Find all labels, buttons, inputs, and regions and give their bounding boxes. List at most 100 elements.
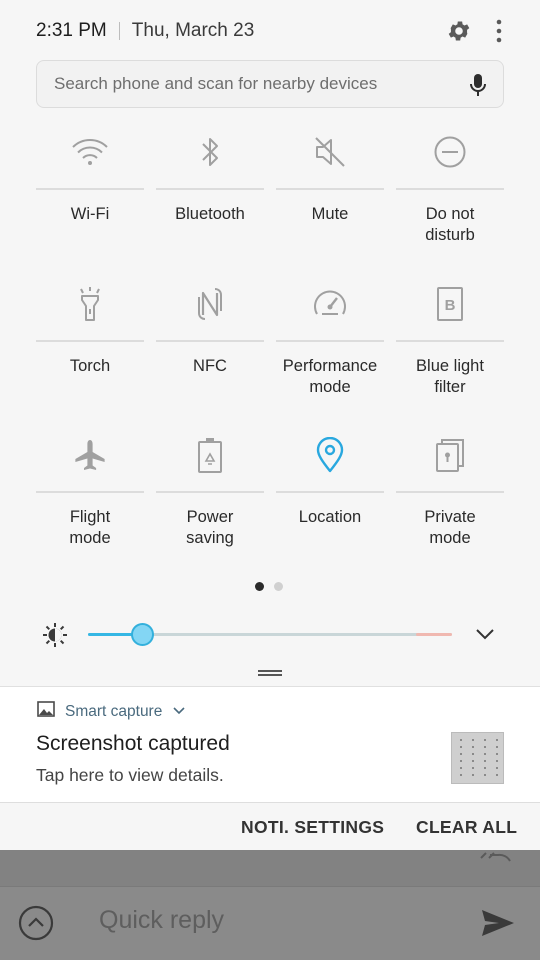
thumbnail-pixel (460, 760, 462, 762)
thumbnail-pixel (484, 774, 486, 776)
toggle-bluetooth[interactable]: Bluetooth (156, 122, 264, 272)
toggle-label: Wi-Fi (70, 205, 110, 223)
battery-recycle-icon (156, 425, 264, 485)
slider-thumb[interactable] (131, 623, 154, 646)
private-mode-icon (396, 425, 504, 485)
date: Thu, March 23 (131, 20, 255, 41)
wifi-icon (36, 122, 144, 182)
thumbnail-pixel (460, 774, 462, 776)
toggle-mute[interactable]: Mute (276, 122, 384, 272)
background-app: Quick reply (0, 850, 540, 960)
chevron-down-icon[interactable] (474, 625, 496, 648)
noti-settings-button[interactable]: NOTI. SETTINGS (241, 817, 384, 838)
reply-all-icon (480, 850, 514, 868)
thumbnail-pixel (496, 774, 498, 776)
chevron-up-circle-icon[interactable] (18, 905, 54, 946)
blue-light-filter-icon: B (396, 274, 504, 334)
toggle-blue-light-filter[interactable]: B Blue light filter (396, 274, 504, 424)
tile-divider (276, 491, 384, 493)
page-dot-active (255, 582, 264, 591)
page-dot (274, 582, 283, 591)
thumbnail-pixel (484, 760, 486, 762)
status-row: 2:31 PM Thu, March 23 (36, 14, 504, 48)
toggle-label: Mute (311, 205, 349, 223)
thumbnail-pixel (472, 767, 474, 769)
notification-text: Tap here to view details. (36, 765, 224, 785)
nfc-icon (156, 274, 264, 334)
tile-divider (156, 188, 264, 190)
toggle-label: Power saving (186, 508, 234, 547)
chevron-down-icon[interactable] (172, 703, 186, 721)
drag-handle[interactable] (258, 670, 282, 676)
toggle-torch[interactable]: Torch (36, 274, 144, 424)
notification-card[interactable]: Smart capture Screenshot captured Tap he… (0, 686, 540, 802)
thumbnail-pixel (496, 739, 498, 741)
thumbnail-pixel (496, 760, 498, 762)
toggle-label: Location (298, 508, 362, 526)
toggle-nfc[interactable]: NFC (156, 274, 264, 424)
top-icons (446, 14, 504, 48)
toggle-label: Bluetooth (175, 205, 245, 223)
thumbnail-pixel (496, 746, 498, 748)
toggle-label: Private mode (424, 508, 476, 547)
thumbnail-pixel (472, 760, 474, 762)
quick-reply-input[interactable]: Quick reply (99, 906, 224, 935)
performance-icon (276, 274, 384, 334)
quick-settings-panel: 2:31 PM Thu, March 23 Wi-Fi (0, 0, 540, 686)
toggle-label: Flight mode (69, 508, 111, 547)
search-bar[interactable] (36, 60, 504, 108)
tile-divider (396, 491, 504, 493)
thumbnail-pixel (484, 767, 486, 769)
tile-divider (36, 340, 144, 342)
location-pin-icon (276, 425, 384, 485)
thumbnail-pixel (484, 753, 486, 755)
search-input[interactable] (54, 74, 454, 94)
toggle-wifi[interactable]: Wi-Fi (36, 122, 144, 272)
page-indicator (255, 582, 283, 591)
toggle-do-not-disturb[interactable]: Do not disturb (396, 122, 504, 272)
image-icon (37, 701, 55, 722)
thumbnail-pixel (472, 774, 474, 776)
send-icon[interactable] (480, 908, 516, 943)
toggle-flight-mode[interactable]: Flight mode (36, 425, 144, 575)
thumbnail-pixel (472, 746, 474, 748)
brightness-slider[interactable] (88, 618, 452, 650)
toggle-label: NFC (193, 357, 227, 375)
notification-actions: NOTI. SETTINGS CLEAR ALL (0, 802, 540, 850)
notification-app-name: Smart capture (65, 702, 163, 720)
thumbnail-pixel (460, 746, 462, 748)
settings-gear-icon[interactable] (446, 18, 472, 44)
thumbnail-pixel (460, 753, 462, 755)
toggle-private-mode[interactable]: Private mode (396, 425, 504, 575)
svg-text:B: B (445, 297, 456, 314)
divider (0, 886, 540, 887)
thumbnail-pixel (496, 753, 498, 755)
background-strip (0, 850, 540, 886)
brightness-auto-icon[interactable] (42, 622, 68, 653)
tile-divider (156, 340, 264, 342)
toggle-label: Blue light filter (416, 357, 484, 396)
toggle-label: Do not disturb (425, 205, 475, 244)
thumbnail-pixel (484, 746, 486, 748)
tile-divider (396, 340, 504, 342)
tile-divider (396, 188, 504, 190)
notification-header: Smart capture (37, 701, 186, 722)
screenshot-thumbnail (451, 732, 504, 784)
tile-divider (156, 491, 264, 493)
more-options-icon[interactable] (494, 18, 504, 44)
toggle-performance-mode[interactable]: Performance mode (276, 274, 384, 424)
thumbnail-pixel (472, 739, 474, 741)
do-not-disturb-icon (396, 122, 504, 182)
clear-all-button[interactable]: CLEAR ALL (416, 817, 517, 838)
thumbnail-pixel (460, 739, 462, 741)
microphone-icon[interactable] (469, 73, 487, 102)
toggle-power-saving[interactable]: Power saving (156, 425, 264, 575)
torch-icon (36, 274, 144, 334)
divider (118, 22, 120, 40)
mute-icon (276, 122, 384, 182)
tile-divider (36, 188, 144, 190)
tile-divider (276, 188, 384, 190)
toggle-label: Performance mode (282, 357, 378, 396)
thumbnail-pixel (472, 753, 474, 755)
toggle-location[interactable]: Location (276, 425, 384, 575)
